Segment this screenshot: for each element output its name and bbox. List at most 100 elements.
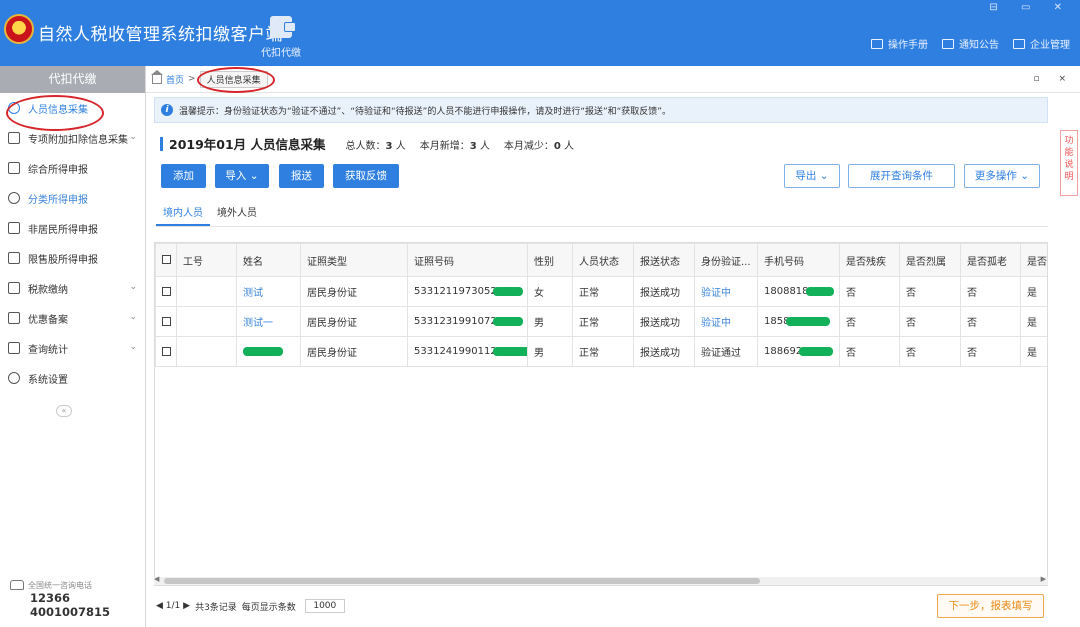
main-content: 首页 > 人员信息采集 ▫ × i 温馨提示：身份验证状态为“验证不通过”、“待… [146,66,1080,627]
col-header[interactable]: 证照类型 [300,243,408,277]
horizontal-scrollbar[interactable]: ◀ ▶ [154,575,1048,585]
col-header[interactable]: 工号 [176,243,237,277]
tip-text: 温馨提示：身份验证状态为“验证不通过”、“待验证和“待报送”的人员不能进行申报操… [179,106,671,117]
redaction-mark [243,346,283,356]
more-ops-button[interactable]: 更多操作 ⌄ [964,164,1040,188]
cell-status: 正常 [572,276,634,307]
gear-icon [8,372,20,384]
hotline-number: 12366 [30,591,71,605]
chevron-down-icon: ⌄ [129,132,137,142]
page-nav[interactable]: ◀ 1/1 ▶ [156,601,190,611]
cell-martyr: 否 [899,276,961,307]
row-checkbox[interactable] [155,276,177,307]
redaction-mark [492,286,523,296]
col-header[interactable]: 手机号码 [757,243,840,277]
row-checkbox[interactable] [155,336,177,367]
cell-verify-status: 验证通过 [694,336,758,367]
sidebar-item-person-info[interactable]: 人员信息采集 [0,93,145,123]
scroll-left-arrow-icon[interactable]: ◀ [154,575,159,583]
module-withholding-button[interactable]: 代扣代缴 [256,14,306,59]
sidebar-item-special-deduction[interactable]: 专项附加扣除信息采集 ⌄ [0,123,145,153]
window-controls[interactable]: ⊟ ▭ ✕ [989,2,1072,13]
cell-name-link[interactable]: 测试一 [236,306,301,337]
tab-overseas[interactable]: 境外人员 [210,203,264,226]
notice-link[interactable]: 通知公告 [942,36,999,51]
sidebar-item-settings[interactable]: 系统设置 [0,363,145,393]
row-checkbox[interactable] [155,306,177,337]
sidebar-item-tax-payment[interactable]: 税款缴纳 ⌄ [0,273,145,303]
cell-last: 是 [1020,276,1047,307]
sidebar-item-preferential-filing[interactable]: 优惠备案 ⌄ [0,303,145,333]
chevron-down-icon: ⌄ [129,312,137,322]
cell-verify-status[interactable]: 验证中 [694,306,758,337]
redaction-mark [805,286,834,296]
wallet-icon [270,16,296,38]
tab-person-info[interactable]: 人员信息采集 [199,70,268,88]
tax-emblem-logo [4,14,34,44]
col-header[interactable]: 姓名 [236,243,301,277]
tab-domestic[interactable]: 境内人员 [156,203,210,226]
tab-controls[interactable]: ▫ × [1033,74,1074,84]
top-links: 操作手册 通知公告 企业管理 [871,36,1070,51]
col-header[interactable]: 是否孤老 [960,243,1021,277]
redaction-mark [492,316,523,326]
building-icon [1013,38,1025,49]
scrollbar-thumb[interactable] [164,578,760,584]
col-header[interactable]: 身份验证... [694,243,758,277]
page-title: 2019年01月 人员信息采集 [169,137,326,152]
import-button[interactable]: 导入 ⌄ [215,164,269,188]
record-count: 共3条记录 [195,602,237,613]
select-all-checkbox[interactable] [155,243,177,277]
get-feedback-button[interactable]: 获取反馈 [333,164,399,188]
sidebar-item-classified-income[interactable]: 分类所得申报 [0,183,145,213]
sidebar: 代扣代缴 人员信息采集 专项附加扣除信息采集 ⌄ 综合所得申报 分类所得申报 非居… [0,66,146,627]
sidebar-item-comprehensive-income[interactable]: 综合所得申报 [0,153,145,183]
user-icon [8,102,20,114]
cell-submit-status: 报送成功 [633,336,695,367]
cell-last: 是 [1020,336,1047,367]
cell-name-link[interactable]: 测试 [236,276,301,307]
bar-chart-icon [8,252,20,264]
sidebar-item-nonresident-income[interactable]: 非居民所得申报 [0,213,145,243]
app-header: 自然人税收管理系统扣缴客户端 代扣代缴 ⊟ ▭ ✕ 操作手册 通知公告 企业管理 [0,0,1080,66]
chevron-down-icon: ⌄ [819,170,829,182]
per-page-input[interactable]: 1000 [304,599,345,613]
col-header[interactable]: 证照号码 [407,243,528,277]
cell-id-no: 5331241990112 [407,336,528,367]
cell-status: 正常 [572,336,634,367]
table-row[interactable]: 测试 居民身份证 5331211973052 女 正常 报送成功 验证中 180… [155,276,1047,307]
scroll-right-arrow-icon[interactable]: ▶ [1041,575,1046,583]
manual-link[interactable]: 操作手册 [871,36,928,51]
col-header[interactable]: 是否烈属 [899,243,961,277]
next-step-button[interactable]: 下一步，报表填写 [937,594,1044,618]
home-icon[interactable] [151,69,163,84]
function-help-tab[interactable]: 功能说明 [1060,130,1078,196]
sidebar-item-restricted-shares[interactable]: 限售股所得申报 [0,243,145,273]
cell-status: 正常 [572,306,634,337]
sidebar-item-query-stats[interactable]: 查询统计 ⌄ [0,333,145,363]
col-header[interactable]: 性别 [527,243,573,277]
table-row[interactable]: 测试一 居民身份证 5331231991072 男 正常 报送成功 验证中 18… [155,306,1047,337]
mail-icon [942,38,954,49]
redaction-mark [492,346,527,356]
table-row[interactable]: 居民身份证 5331241990112 男 正常 报送成功 验证通过 18869… [155,336,1047,367]
export-button[interactable]: 导出 ⌄ [784,164,840,188]
cell-verify-status[interactable]: 验证中 [694,276,758,307]
col-header[interactable]: 是否残疾 [839,243,900,277]
sidebar-collapse-button[interactable]: « [56,405,72,417]
hotline-label: 全国统一咨询电话 [28,581,92,590]
person-type-tabs: 境内人员 境外人员 [156,203,1048,227]
table-header-row: 工号 姓名 证照类型 证照号码 性别 人员状态 报送状态 身份验证... 手机号… [155,243,1047,277]
col-header[interactable]: 报送状态 [633,243,695,277]
breadcrumb-home[interactable]: 首页 [166,73,184,86]
col-header[interactable]: 人员状态 [572,243,634,277]
chevron-down-icon: ⌄ [129,342,137,352]
submit-button[interactable]: 报送 [279,164,324,188]
cell-name-link[interactable] [236,336,301,367]
cell-id-type: 居民身份证 [300,306,408,337]
expand-query-button[interactable]: 展开查询条件 [848,164,955,188]
breadcrumb: 首页 > 人员信息采集 ▫ × [146,66,1080,93]
company-link[interactable]: 企业管理 [1013,36,1070,51]
add-button[interactable]: 添加 [161,164,206,188]
col-header[interactable]: 是否 [1020,243,1047,277]
